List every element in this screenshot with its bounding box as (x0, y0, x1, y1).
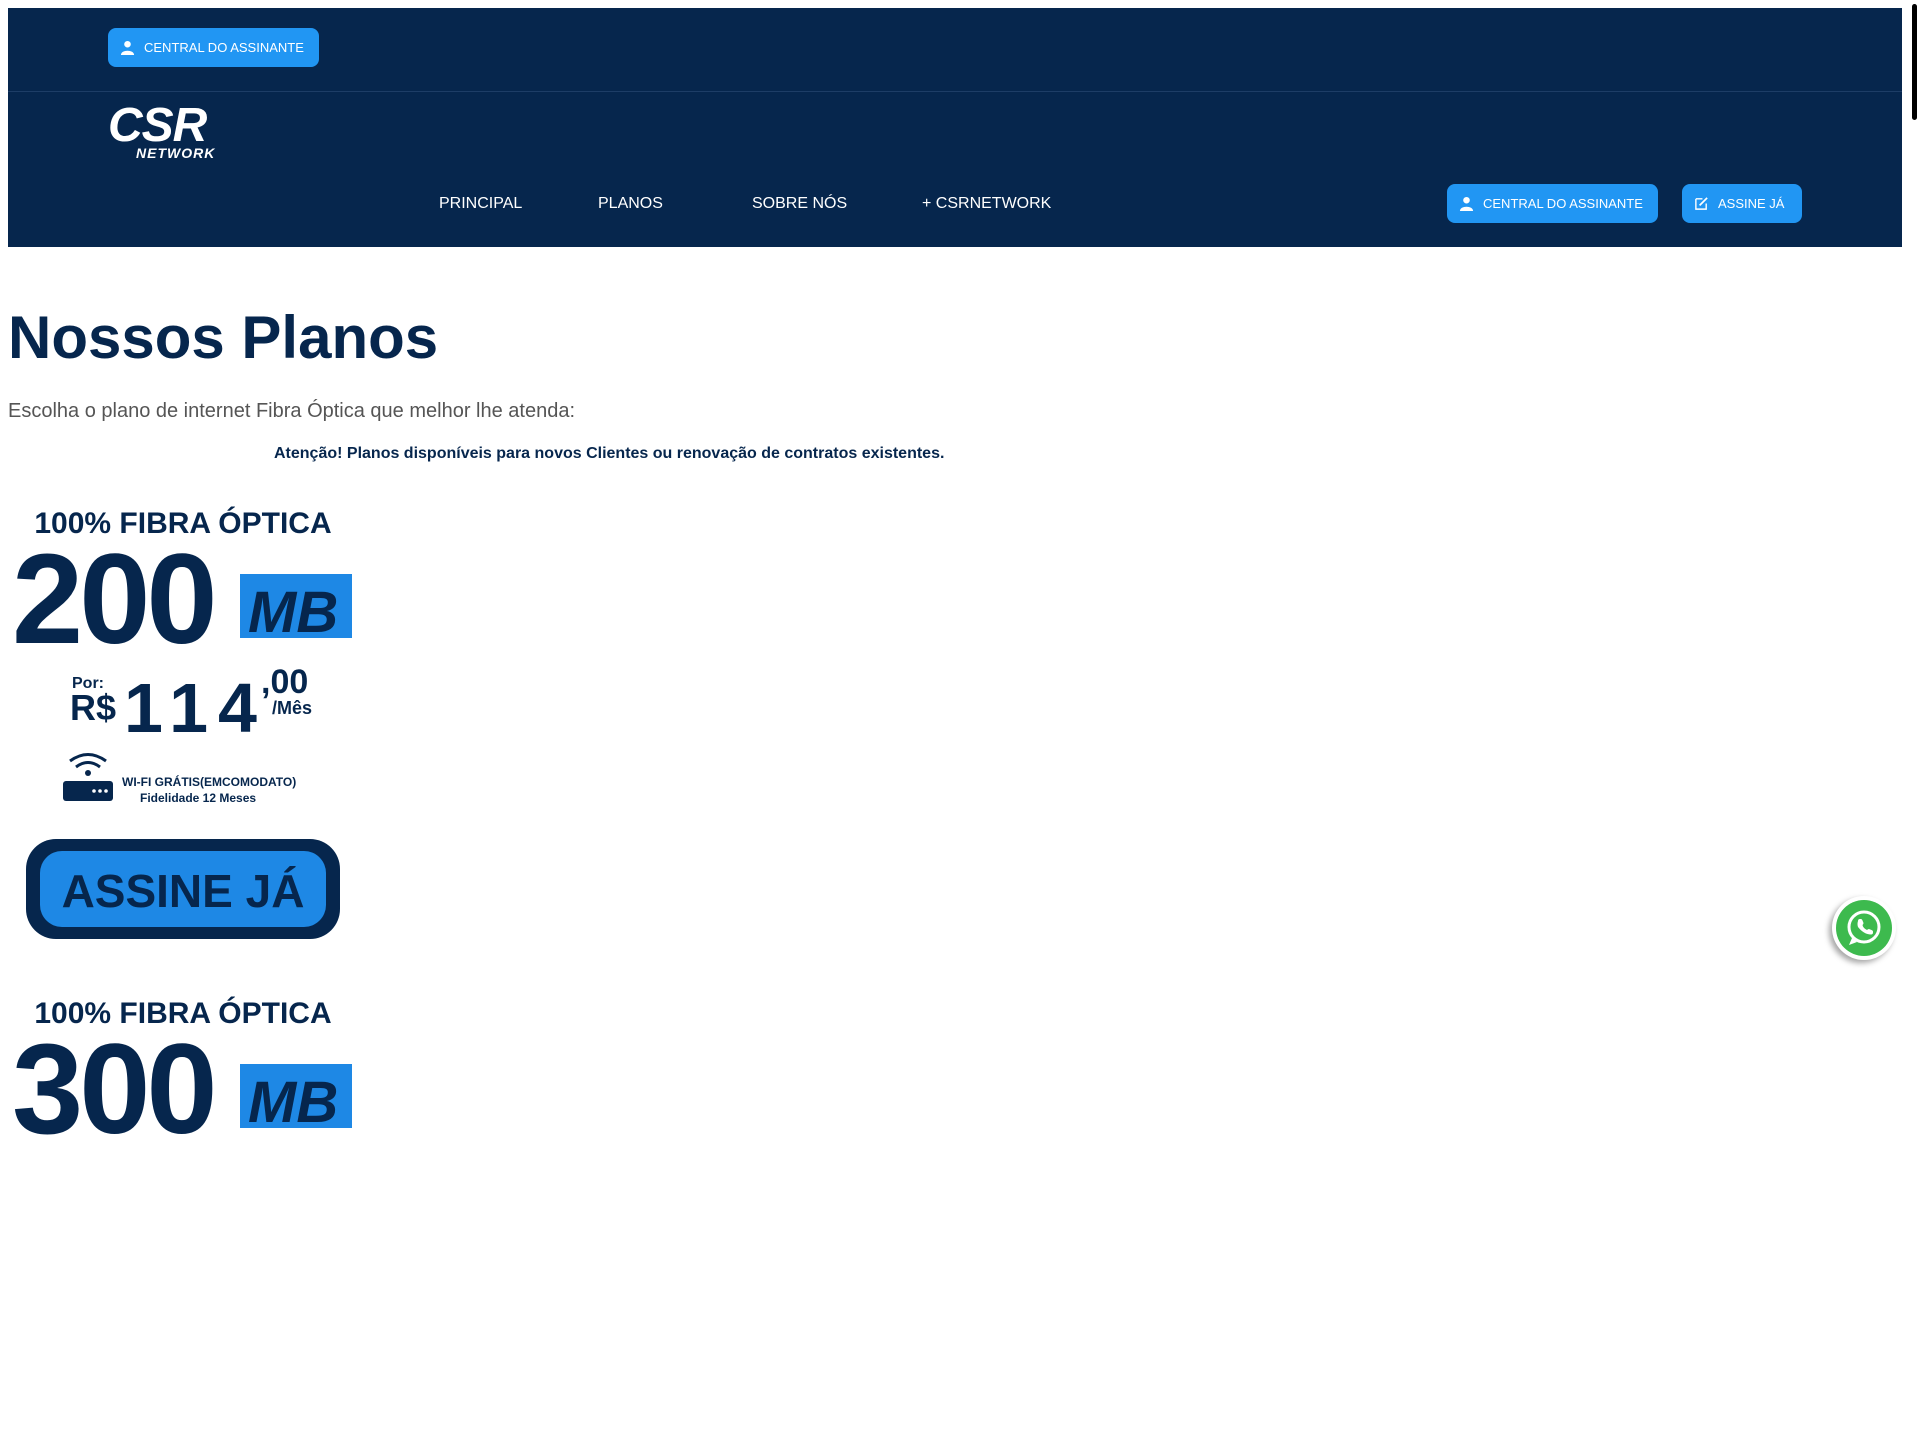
central-assinante-label: CENTRAL DO ASSINANTE (1483, 196, 1643, 211)
router-icon (63, 753, 113, 801)
edit-icon (1695, 197, 1708, 210)
nav-bar: CSR NETWORK PRINCIPAL PLANOS SOBRE NÓS +… (8, 92, 1902, 247)
central-assinante-top-button[interactable]: CENTRAL DO ASSINANTE (108, 28, 319, 67)
page-title: Nossos Planos (8, 304, 439, 371)
plan-speed: 200 (12, 528, 214, 671)
nav-csrnetwork[interactable]: + CSRNETWORK (922, 195, 1051, 213)
nav-principal[interactable]: PRINCIPAL (439, 195, 522, 213)
nav-planos[interactable]: PLANOS (598, 195, 663, 213)
plan-fidelity: Fidelidade 12 Meses (140, 791, 256, 805)
plans-notice: Atenção! Planos disponíveis para novos C… (274, 445, 945, 462)
assine-ja-header-label: ASSINE JÁ (1718, 196, 1785, 211)
whatsapp-button[interactable] (1832, 896, 1896, 960)
page-subtitle: Escolha o plano de internet Fibra Óptica… (8, 400, 576, 422)
plan-card-300mb[interactable]: 100% FIBRA ÓPTICA 300 MB (8, 978, 358, 1438)
plan-card-200mb[interactable]: 100% FIBRA ÓPTICA 200 MB Por: R$ 114 ,00… (8, 488, 358, 948)
whatsapp-icon (1847, 910, 1881, 945)
central-assinante-top-label: CENTRAL DO ASSINANTE (144, 40, 304, 55)
top-bar: CENTRAL DO ASSINANTE (8, 8, 1902, 92)
plan-wifi: WI-FI GRÁTIS(EMCOMODATO) (122, 774, 296, 789)
scrollbar[interactable] (1910, 0, 1920, 1080)
nav-sobre-nos[interactable]: SOBRE NÓS (752, 195, 847, 213)
plan-price-int: 114 (124, 669, 267, 747)
logo-sub-text: NETWORK (136, 145, 215, 161)
csr-network-logo[interactable]: CSR NETWORK (108, 103, 258, 161)
assine-ja-header-button[interactable]: ASSINE JÁ (1682, 184, 1802, 223)
plan-currency: R$ (70, 687, 116, 728)
user-icon (1459, 196, 1474, 211)
plan-price-period: /Mês (272, 698, 312, 718)
page: CENTRAL DO ASSINANTE CSR NETWORK PRINCIP… (8, 8, 1902, 1161)
plan-assine-ja-button[interactable]: ASSINE JÁ (26, 839, 340, 939)
scrollbar-thumb[interactable] (1912, 4, 1917, 120)
whatsapp-button-inner (1836, 900, 1892, 956)
user-icon (120, 40, 135, 55)
plan-price-dec: ,00 (261, 663, 308, 701)
plan-assine-ja-label: ASSINE JÁ (62, 865, 305, 917)
plan-speed: 300 (12, 1018, 214, 1161)
central-assinante-button[interactable]: CENTRAL DO ASSINANTE (1447, 184, 1658, 223)
plan-unit: MB (248, 580, 338, 645)
